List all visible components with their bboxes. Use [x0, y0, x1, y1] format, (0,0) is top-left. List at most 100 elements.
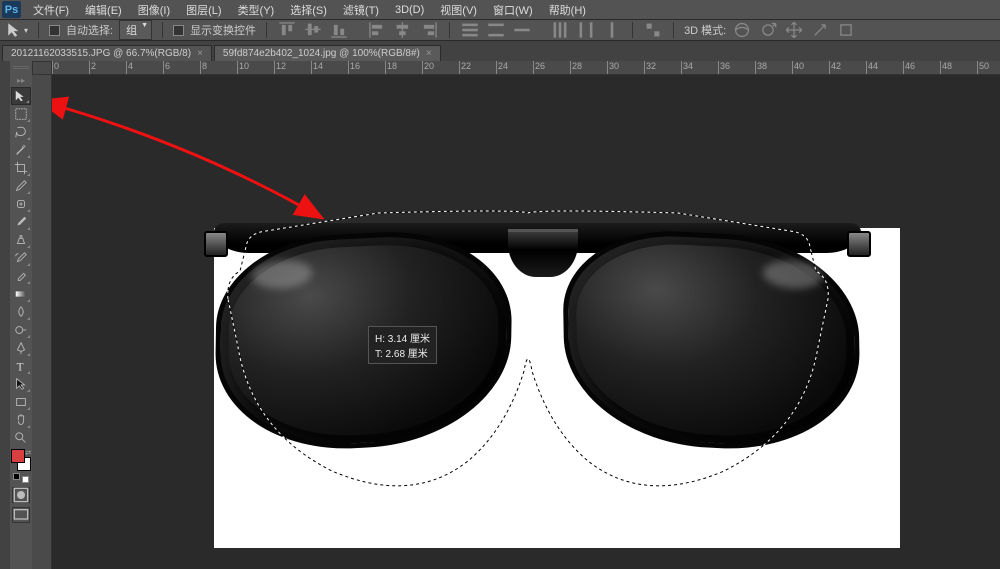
ruler-tick: 44 — [866, 61, 903, 75]
menu-file[interactable]: 文件(F) — [25, 0, 77, 20]
ruler-tick: 50 — [977, 61, 1000, 75]
3d-slide-icon[interactable] — [810, 21, 830, 39]
horizontal-ruler[interactable]: 0246810121416182022242628303234363840424… — [52, 61, 1000, 75]
menu-window[interactable]: 窗口(W) — [485, 0, 541, 20]
separator — [449, 22, 450, 38]
gradient-tool[interactable] — [11, 285, 31, 303]
ruler-tick: 10 — [237, 61, 274, 75]
color-swatches[interactable]: ⇄ — [11, 449, 31, 471]
3d-orbit-icon[interactable] — [732, 21, 752, 39]
distribute-v1-icon[interactable] — [550, 21, 570, 39]
align-left-icon[interactable] — [367, 21, 387, 39]
tooltip-line: T: 2.68 厘米 — [375, 345, 430, 360]
hand-tool[interactable] — [11, 411, 31, 429]
options-bar: ▾ 自动选择: 组 显示变换控件 3D 模式: — [0, 19, 1000, 41]
close-icon[interactable]: × — [197, 48, 203, 59]
main-area: ▸▸ T ⇄ 024681012141618202224262830323436… — [0, 61, 1000, 569]
ruler-tick: 2 — [89, 61, 126, 75]
distribute-h2-icon[interactable] — [486, 21, 506, 39]
auto-select-dropdown[interactable]: 组 — [119, 20, 152, 40]
align-bottom-icon[interactable] — [329, 21, 349, 39]
vertical-ruler[interactable] — [32, 75, 52, 569]
ruler-tick: 22 — [459, 61, 496, 75]
ruler-tick: 14 — [311, 61, 348, 75]
ruler-tick: 32 — [644, 61, 681, 75]
rectangle-tool[interactable] — [11, 393, 31, 411]
document-tab[interactable]: 20121162033515.JPG @ 66.7%(RGB/8) × — [2, 45, 212, 61]
crop-tool[interactable] — [11, 159, 31, 177]
document-tab-bar: 20121162033515.JPG @ 66.7%(RGB/8) × 59fd… — [0, 41, 1000, 61]
default-colors-icon[interactable] — [13, 473, 29, 483]
3d-scale-icon[interactable] — [836, 21, 856, 39]
close-icon[interactable]: × — [426, 48, 432, 59]
tab-label: 59fd874e2b402_1024.jpg @ 100%(RGB/8#) — [223, 48, 420, 59]
align-vcenter-icon[interactable] — [303, 21, 323, 39]
collapsed-panel-strip[interactable] — [0, 61, 10, 569]
menu-image[interactable]: 图像(I) — [130, 0, 178, 20]
auto-align-icon[interactable] — [643, 21, 663, 39]
distribute-v3-icon[interactable] — [602, 21, 622, 39]
distribute-v2-icon[interactable] — [576, 21, 596, 39]
clone-stamp-tool[interactable] — [11, 231, 31, 249]
menu-help[interactable]: 帮助(H) — [541, 0, 594, 20]
ruler-tick: 42 — [829, 61, 866, 75]
show-transform-checkbox[interactable] — [173, 25, 184, 36]
quick-mask-mode-button[interactable] — [12, 487, 30, 503]
3d-pan-icon[interactable] — [784, 21, 804, 39]
blur-tool[interactable] — [11, 303, 31, 321]
zoom-tool[interactable] — [11, 429, 31, 447]
ruler-tick: 38 — [755, 61, 792, 75]
menu-3d[interactable]: 3D(D) — [387, 2, 432, 18]
canvas-viewport[interactable] — [52, 75, 1000, 569]
menu-filter[interactable]: 滤镜(T) — [335, 0, 387, 20]
distribute-h3-icon[interactable] — [512, 21, 532, 39]
menu-view[interactable]: 视图(V) — [432, 0, 485, 20]
left-hinge — [204, 231, 228, 257]
ruler-tick: 8 — [200, 61, 237, 75]
auto-select-checkbox[interactable] — [49, 25, 60, 36]
menu-edit[interactable]: 编辑(E) — [77, 0, 130, 20]
align-right-icon[interactable] — [419, 21, 439, 39]
pen-tool[interactable] — [11, 339, 31, 357]
auto-select-label: 自动选择: — [66, 22, 113, 38]
expand-toolbox-icon[interactable]: ▸▸ — [10, 73, 32, 87]
magic-wand-tool[interactable] — [11, 141, 31, 159]
frame-bridge — [508, 229, 578, 277]
current-tool-indicator[interactable]: ▾ — [6, 21, 28, 39]
document-tab[interactable]: 59fd874e2b402_1024.jpg @ 100%(RGB/8#) × — [214, 45, 441, 61]
separator — [38, 22, 39, 38]
align-hcenter-icon[interactable] — [393, 21, 413, 39]
path-selection-tool[interactable] — [11, 375, 31, 393]
panel-grip[interactable] — [10, 63, 32, 71]
brush-tool[interactable] — [11, 213, 31, 231]
ruler-tick: 34 — [681, 61, 718, 75]
distribute-h1-icon[interactable] — [460, 21, 480, 39]
ruler-tick: 6 — [163, 61, 200, 75]
ruler-origin[interactable] — [32, 61, 52, 75]
sunglasses-image-layer[interactable] — [210, 223, 865, 468]
ruler-tick: 28 — [570, 61, 607, 75]
tab-label: 20121162033515.JPG @ 66.7%(RGB/8) — [11, 48, 191, 59]
ruler-tick: 16 — [348, 61, 385, 75]
menu-type[interactable]: 类型(Y) — [230, 0, 283, 20]
foreground-color-swatch[interactable] — [11, 449, 25, 463]
screen-mode-button[interactable] — [12, 507, 30, 523]
eraser-tool[interactable] — [11, 267, 31, 285]
marquee-tool[interactable] — [11, 105, 31, 123]
menu-layer[interactable]: 图层(L) — [178, 0, 229, 20]
right-hinge — [847, 231, 871, 257]
dodge-tool[interactable] — [11, 321, 31, 339]
annotation-arrow — [52, 83, 352, 243]
lasso-tool[interactable] — [11, 123, 31, 141]
healing-brush-tool[interactable] — [11, 195, 31, 213]
move-tool[interactable] — [11, 87, 31, 105]
menu-select[interactable]: 选择(S) — [282, 0, 335, 20]
3d-roll-icon[interactable] — [758, 21, 778, 39]
history-brush-tool[interactable] — [11, 249, 31, 267]
type-tool[interactable]: T — [11, 357, 31, 375]
eyedropper-tool[interactable] — [11, 177, 31, 195]
tooltip-line: H: 3.14 厘米 — [375, 330, 430, 345]
align-top-icon[interactable] — [277, 21, 297, 39]
ruler-tick: 26 — [533, 61, 570, 75]
swap-colors-icon[interactable]: ⇄ — [25, 449, 31, 457]
